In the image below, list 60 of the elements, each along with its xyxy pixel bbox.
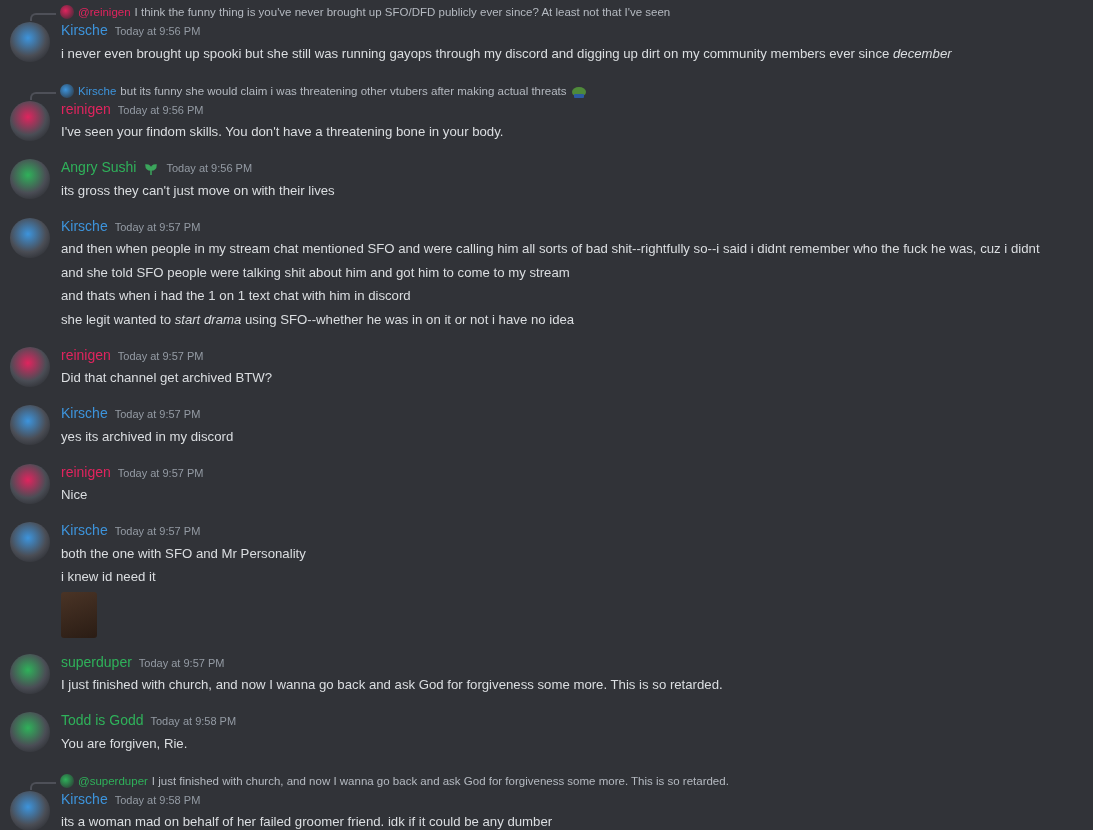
reply-preview[interactable]: I think the funny thing is you've never brought up SFO/DFD publicly ever since? At least not that I've seen <box>134 6 671 18</box>
avatar[interactable] <box>10 159 50 199</box>
timestamp: Today at 9:57 PM <box>138 656 225 669</box>
avatar[interactable] <box>10 405 50 445</box>
username[interactable]: superduper <box>61 653 132 670</box>
reply-connector <box>30 781 56 790</box>
avatar[interactable] <box>60 773 74 788</box>
reply-author[interactable]: @reinigen <box>78 6 131 18</box>
message-text: i never even brought up spooki but she still was running gayops through my discord and digging up dirt on my community members ever since december <box>61 44 952 63</box>
message-text: I just finished with church, and now I wanna go back and ask God for forgiveness some more. This is so retarded. <box>61 676 723 694</box>
timestamp: Today at 9:56 PM <box>166 162 253 174</box>
avatar[interactable] <box>10 653 50 694</box>
timestamp: Today at 9:56 PM <box>117 103 204 116</box>
avatar[interactable] <box>10 463 50 504</box>
timestamp: Today at 9:57 PM <box>114 525 201 537</box>
timestamp: Today at 9:57 PM <box>117 349 204 362</box>
avatar[interactable] <box>10 712 50 752</box>
message-text: You are forgiven, Rie. <box>61 734 189 753</box>
username[interactable]: reinigen <box>61 463 111 480</box>
message-text: its gross they can't just move on with their lives <box>61 181 335 200</box>
reply-connector <box>30 91 56 100</box>
reply-preview[interactable]: but its funny she would claim i was threatening other vtubers after making actual threats <box>120 84 567 97</box>
message-text: she legit wanted to start drama using SFO--whether he was in on it or not i have no idea <box>61 310 576 329</box>
timestamp: Today at 9:57 PM <box>114 408 201 420</box>
avatar[interactable] <box>60 5 74 19</box>
avatar[interactable] <box>10 790 50 830</box>
avatar[interactable] <box>10 22 50 62</box>
username[interactable]: reinigen <box>61 100 111 117</box>
timestamp: Today at 9:58 PM <box>114 793 201 806</box>
reply-author[interactable]: Kirsche <box>78 84 117 97</box>
message-text: Did that channel get archived BTW? <box>61 369 273 387</box>
username[interactable]: Kirsche <box>61 790 108 807</box>
username[interactable]: Kirsche <box>61 522 108 538</box>
reply-preview[interactable]: I just finished with church, and now I wanna go back and ask God for forgiveness some more. This is so retarded. <box>151 774 729 787</box>
timestamp: Today at 9:57 PM <box>117 466 204 479</box>
timestamp: Today at 9:56 PM <box>114 25 201 37</box>
message-text: its a woman mad on behalf of her failed groomer friend. idk if it could be any dumber <box>61 813 553 830</box>
reply-connector <box>30 13 56 21</box>
username[interactable]: Angry Sushi <box>61 159 137 175</box>
username[interactable]: Kirsche <box>61 217 108 234</box>
username[interactable]: Kirsche <box>61 405 108 421</box>
message-text: and she told SFO people were talking shit about him and got him to come to my stream <box>61 263 571 282</box>
message-text: and then when people in my stream chat mentioned SFO and were calling him all sorts of bad shit--rightfully so--i said i didnt remember who the fuck he was, cuz i didnt <box>61 240 1040 258</box>
avatar[interactable] <box>10 522 50 562</box>
reply-author[interactable]: @superduper <box>78 774 148 787</box>
message-text: Nice <box>61 486 89 504</box>
avatar[interactable] <box>10 217 50 258</box>
avatar[interactable] <box>10 346 50 387</box>
message-text: and thats when i had the 1 on 1 text chat with him in discord <box>61 287 412 305</box>
message-text: I've seen your findom skills. You don't have a threatening bone in your body. <box>61 123 504 141</box>
username[interactable]: Kirsche <box>61 22 108 38</box>
message-text: both the one with SFO and Mr Personality <box>61 544 306 563</box>
message-text: yes its archived in my discord <box>61 427 234 446</box>
avatar[interactable] <box>10 100 50 141</box>
message-text: i knew id need it <box>61 568 157 586</box>
avatar[interactable] <box>60 83 74 98</box>
timestamp: Today at 9:57 PM <box>114 220 201 233</box>
username[interactable]: reinigen <box>61 346 111 363</box>
username[interactable]: Todd is Godd <box>61 712 144 728</box>
timestamp: Today at 9:58 PM <box>150 715 237 727</box>
